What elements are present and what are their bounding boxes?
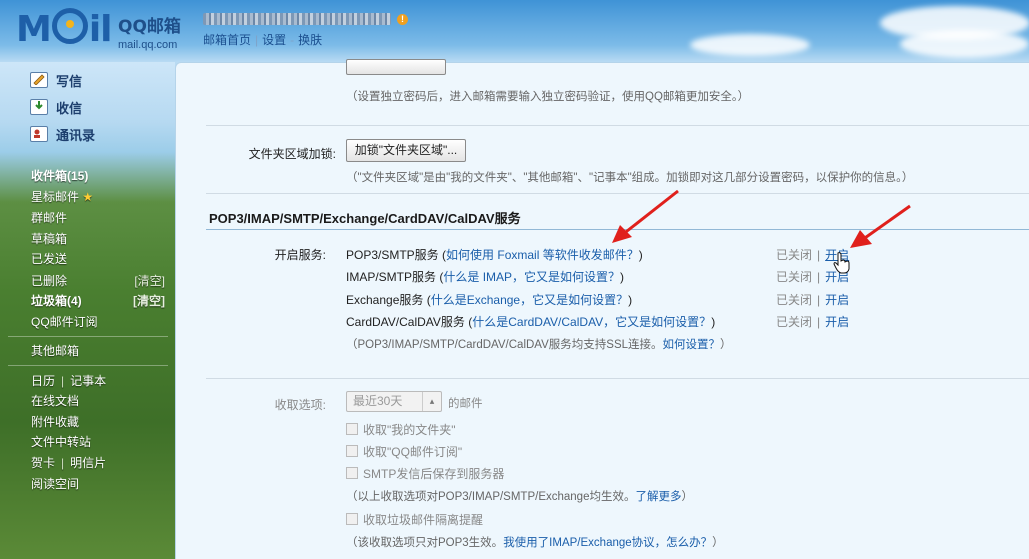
enable-exchange-link[interactable]: 开启 xyxy=(825,293,849,307)
folder-inbox[interactable]: 收件箱(15) xyxy=(31,168,167,184)
inbox-download-icon xyxy=(30,99,48,115)
service-exchange: Exchange服务 (什么是Exchange，它又是如何设置？) xyxy=(346,293,633,307)
section-title-underline xyxy=(206,229,1029,230)
enable-carddav-caldav-link[interactable]: 开启 xyxy=(825,315,849,329)
service-imap-smtp: IMAP/SMTP服务 (什么是 IMAP，它又是如何设置？) xyxy=(346,270,625,284)
password-setting-button[interactable] xyxy=(346,59,446,75)
brand-domain: mail.qq.com xyxy=(118,39,178,51)
pop3-only-note: （该收取选项只对POP3生效。我使用了IMAP/Exchange协议，怎么办？） xyxy=(346,537,724,549)
sidebar-divider xyxy=(8,365,168,366)
receive-note: （以上收取选项对POP3/IMAP/SMTP/Exchange均生效。了解更多） xyxy=(346,491,693,503)
link-mail-home[interactable]: 邮箱首页 xyxy=(203,33,251,47)
carddav-help-link[interactable]: 什么是CardDAV/CalDAV，它又是如何设置？ xyxy=(472,315,711,329)
section-divider xyxy=(206,125,1029,126)
tool-greeting-card[interactable]: 贺卡 xyxy=(31,456,55,470)
tool-calendar[interactable]: 日历 xyxy=(31,374,55,388)
cloud-decoration xyxy=(900,30,1029,58)
sidebar-divider xyxy=(8,336,168,337)
section-divider xyxy=(206,378,1029,379)
folder-subscriptions[interactable]: QQ邮件订阅 xyxy=(31,314,167,330)
checkbox-icon xyxy=(346,445,358,457)
receive-options-label: 收取选项: xyxy=(274,398,326,412)
qqmail-logo[interactable]: Mil xyxy=(16,8,113,52)
checkbox-icon xyxy=(346,513,358,525)
pencil-icon xyxy=(30,72,48,88)
section-title: POP3/IMAP/SMTP/Exchange/CardDAV/CalDAV服务 xyxy=(209,211,521,226)
carddav-status: 已关闭 | 开启 xyxy=(776,315,850,329)
service-pop3-smtp: POP3/SMTP服务 (如何使用 Foxmail 等软件收发邮件？) xyxy=(346,248,643,262)
folder-other-mailbox[interactable]: 其他邮箱 xyxy=(31,343,167,359)
folder-drafts[interactable]: 草稿箱 xyxy=(31,231,167,247)
empty-deleted-link[interactable]: [清空] xyxy=(134,273,165,289)
tool-attachments[interactable]: 附件收藏 xyxy=(31,414,167,430)
folder-starred[interactable]: 星标邮件 ★ xyxy=(31,189,167,205)
folder-spam[interactable]: 垃圾箱(4) [清空] xyxy=(31,293,167,309)
folder-deleted[interactable]: 已删除 [清空] xyxy=(31,273,167,289)
tool-notepad[interactable]: 记事本 xyxy=(70,374,106,388)
header-bar: Mil QQ邮箱 mail.qq.com ! 邮箱首页 | 设置 - 换肤 xyxy=(0,0,1029,62)
tool-row-greeting-postcard: 贺卡 | 明信片 xyxy=(31,455,167,471)
ssl-howto-link[interactable]: 如何设置？ xyxy=(663,339,721,351)
user-account-blurred xyxy=(203,13,391,25)
sidebar: 写信 收信 通讯录 收件箱(15) 星标邮件 ★ 群邮件 草稿箱 已发送 已删除… xyxy=(0,62,175,559)
warning-icon[interactable]: ! xyxy=(397,14,408,25)
star-icon: ★ xyxy=(82,190,94,204)
separator: | xyxy=(61,456,65,470)
password-note: （设置独立密码后，进入邮箱需要输入独立密码验证，使用QQ邮箱更加安全。） xyxy=(346,91,750,103)
folder-sent[interactable]: 已发送 xyxy=(31,251,167,267)
enable-service-label: 开启服务: xyxy=(274,248,326,262)
brand-title: QQ邮箱 xyxy=(118,17,181,37)
link-change-skin[interactable]: 换肤 xyxy=(298,33,322,47)
brand: QQ邮箱 mail.qq.com xyxy=(118,12,181,51)
checkbox-qq-subscriptions[interactable]: 收取"QQ邮件订阅" xyxy=(346,443,462,460)
tool-online-docs[interactable]: 在线文档 xyxy=(31,393,167,409)
separator: - xyxy=(290,33,295,47)
separator: | xyxy=(255,33,259,47)
receive-button[interactable]: 收信 xyxy=(30,98,170,120)
tool-row-calendar-notepad: 日历 | 记事本 xyxy=(31,373,167,389)
imap-exchange-help-link[interactable]: 我使用了IMAP/Exchange协议，怎么办？ xyxy=(503,537,712,549)
receive-suffix: 的邮件 xyxy=(448,398,483,410)
checkbox-spam-reminder[interactable]: 收取垃圾邮件隔离提醒 xyxy=(346,511,483,528)
empty-spam-link[interactable]: [清空] xyxy=(133,293,165,309)
checkbox-my-folders[interactable]: 收取"我的文件夹" xyxy=(346,421,456,438)
separator: | xyxy=(61,374,65,388)
top-links: 邮箱首页 | 设置 - 换肤 xyxy=(203,31,322,48)
folder-group-mail[interactable]: 群邮件 xyxy=(31,210,167,226)
checkbox-smtp-save[interactable]: SMTP发信后保存到服务器 xyxy=(346,465,504,482)
tool-reading-space[interactable]: 阅读空间 xyxy=(31,476,167,492)
tool-postcard[interactable]: 明信片 xyxy=(70,456,106,470)
exchange-status: 已关闭 | 开启 xyxy=(776,293,850,307)
checkbox-icon xyxy=(346,467,358,479)
logo-o-icon xyxy=(51,8,88,44)
folder-lock-label: 文件夹区域加锁: xyxy=(248,147,336,161)
chevron-updown-icon: ▴ xyxy=(422,392,441,411)
ssl-note: （POP3/IMAP/SMTP/CardDAV/CalDAV服务均支持SSL连接… xyxy=(346,339,732,351)
pop3-help-link[interactable]: 如何使用 Foxmail 等软件收发邮件？ xyxy=(446,248,639,262)
compose-button[interactable]: 写信 xyxy=(30,71,170,93)
learn-more-link[interactable]: 了解更多 xyxy=(635,491,681,503)
checkbox-icon xyxy=(346,423,358,435)
section-divider xyxy=(206,193,1029,194)
imap-help-link[interactable]: 什么是 IMAP，它又是如何设置？ xyxy=(443,270,620,284)
cloud-decoration xyxy=(690,34,810,56)
exchange-help-link[interactable]: 什么是Exchange，它又是如何设置？ xyxy=(431,293,628,307)
hand-cursor-icon xyxy=(833,252,850,274)
contacts-button[interactable]: 通讯录 xyxy=(30,125,170,147)
tool-file-transfer[interactable]: 文件中转站 xyxy=(31,434,167,450)
link-settings[interactable]: 设置 xyxy=(262,33,286,47)
service-carddav-caldav: CardDAV/CalDAV服务 (什么是CardDAV/CalDAV，它又是如… xyxy=(346,315,716,329)
folder-lock-note: （"文件夹区域"是由"我的文件夹"、"其他邮箱"、"记事本"组成。加锁即对这几部… xyxy=(346,172,914,184)
lock-folder-button[interactable]: 加锁"文件夹区域"... xyxy=(346,139,466,162)
receive-range-select[interactable]: 最近30天 ▴ xyxy=(346,391,442,412)
settings-panel: （设置独立密码后，进入邮箱需要输入独立密码验证，使用QQ邮箱更加安全。） 文件夹… xyxy=(175,59,1029,559)
contacts-icon xyxy=(30,126,48,142)
